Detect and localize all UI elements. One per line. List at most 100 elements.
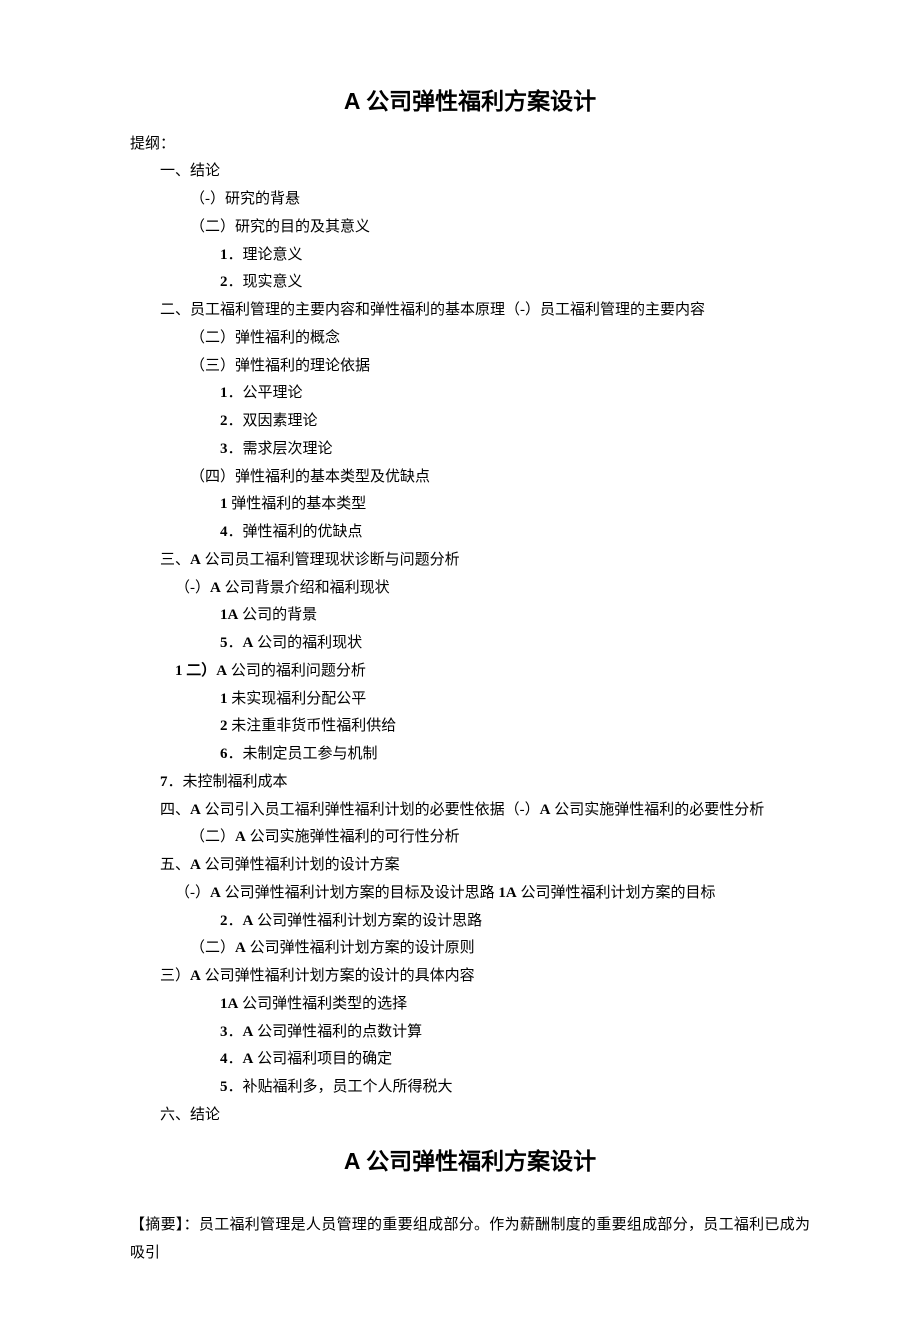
item-text: ． — [228, 1051, 243, 1067]
document-title: A 公司弹性福利方案设计 — [130, 80, 810, 123]
outline-item: 1A 公司的背景 — [130, 602, 810, 630]
outline-item: （二）弹性福利的概念 — [130, 325, 810, 353]
item-text: 公司背景介绍和福利现状 — [221, 580, 390, 596]
item-number: 1 — [220, 691, 228, 707]
item-latin: A — [210, 580, 221, 596]
outline-item: 1．公平理论 — [130, 380, 810, 408]
item-text: ．未控制福利成本 — [168, 774, 288, 790]
item-text: 公司弹性福利计划的设计方案 — [201, 857, 400, 873]
outline-item: 1 二）A 公司的福利问题分析 — [130, 658, 810, 686]
item-number: 5 — [220, 1079, 228, 1095]
item-text: ．理论意义 — [228, 247, 303, 263]
item-text: ． — [228, 635, 243, 651]
abstract-paragraph: 【摘要】：员工福利管理是人员管理的重要组成部分。作为薪酬制度的重要组成部分，员工… — [130, 1212, 810, 1268]
outline-item: （-）研究的背悬 — [130, 186, 810, 214]
item-text: （-） — [175, 885, 210, 901]
outline-item: （三）弹性福利的理论依据 — [130, 353, 810, 381]
item-text: ．现实意义 — [228, 274, 303, 290]
item-latin: A — [190, 552, 201, 568]
outline-item: 6．未制定员工参与机制 — [130, 741, 810, 769]
item-text: 公司的背景 — [238, 607, 317, 623]
outline-item: （二）A 公司弹性福利计划方案的设计原则 — [130, 935, 810, 963]
item-number: 7 — [160, 774, 168, 790]
outline-item: 1 未实现福利分配公平 — [130, 686, 810, 714]
item-text: 公司福利项目的确定 — [253, 1051, 392, 1067]
item-text: 公司弹性福利计划方案的设计思路 — [253, 913, 482, 929]
item-latin: A — [216, 663, 227, 679]
item-number: 1 — [220, 385, 228, 401]
item-text: ． — [228, 1024, 243, 1040]
item-number: 5 — [220, 635, 228, 651]
outline-item: 7．未控制福利成本 — [130, 769, 810, 797]
item-number: 2 — [220, 413, 228, 429]
item-number: 1 二） — [175, 663, 216, 679]
outline-item: 2．现实意义 — [130, 269, 810, 297]
item-text: 未注重非货币性福利供给 — [228, 718, 397, 734]
outline-item: （二）A 公司实施弹性福利的可行性分析 — [130, 824, 810, 852]
item-number: 2 — [220, 718, 228, 734]
item-text: 公司的福利问题分析 — [227, 663, 366, 679]
item-text: 公司弹性福利计划方案的目标及设计思路 — [221, 885, 499, 901]
item-text: 四、 — [160, 802, 190, 818]
item-text: （二） — [190, 940, 235, 956]
item-text: 公司弹性福利计划方案的目标 — [517, 885, 716, 901]
outline-item: 3．A 公司弹性福利的点数计算 — [130, 1019, 810, 1047]
outline-item: 一、结论 — [130, 158, 810, 186]
outline-item: 3．需求层次理论 — [130, 436, 810, 464]
outline-item: 5．补贴福利多，员工个人所得税大 — [130, 1074, 810, 1102]
item-latin: A — [235, 829, 246, 845]
item-latin: A — [235, 940, 246, 956]
item-number: 1 — [220, 247, 228, 263]
outline-item: 五、A 公司弹性福利计划的设计方案 — [130, 852, 810, 880]
outline-item: 1 弹性福利的基本类型 — [130, 491, 810, 519]
outline-item: （-）A 公司弹性福利计划方案的目标及设计思路 1A 公司弹性福利计划方案的目标 — [130, 880, 810, 908]
outline-item: 六、结论 — [130, 1102, 810, 1130]
outline-item: 2．双因素理论 — [130, 408, 810, 436]
item-text: 公司引入员工福利弹性福利计划的必要性依据（-） — [201, 802, 540, 818]
outline-item: 三、A 公司员工福利管理现状诊断与问题分析 — [130, 547, 810, 575]
item-text: ．公平理论 — [228, 385, 303, 401]
item-text: 公司弹性福利的点数计算 — [253, 1024, 422, 1040]
item-text: ． — [228, 913, 243, 929]
outline-item: 1．理论意义 — [130, 242, 810, 270]
item-number: 4 — [220, 524, 228, 540]
item-text: （-） — [175, 580, 210, 596]
outline-item: （四）弹性福利的基本类型及优缺点 — [130, 464, 810, 492]
item-number: 2 — [220, 274, 228, 290]
item-text: 公司弹性福利计划方案的设计原则 — [246, 940, 475, 956]
item-text: 五、 — [160, 857, 190, 873]
outline-item: 2 未注重非货币性福利供给 — [130, 713, 810, 741]
item-number: 4 — [220, 1051, 228, 1067]
item-number: 1A — [220, 996, 238, 1012]
item-number: 3 — [220, 1024, 228, 1040]
outline-item: 三）A 公司弹性福利计划方案的设计的具体内容 — [130, 963, 810, 991]
item-text: ．双因素理论 — [228, 413, 318, 429]
outline-item: 4．A 公司福利项目的确定 — [130, 1046, 810, 1074]
item-text: 公司弹性福利类型的选择 — [238, 996, 407, 1012]
item-number: 3 — [220, 441, 228, 457]
item-latin: A — [243, 635, 254, 651]
item-latin: A — [210, 885, 221, 901]
item-text: （二） — [190, 829, 235, 845]
outline-item: 二、员工福利管理的主要内容和弹性福利的基本原理（-）员工福利管理的主要内容 — [130, 297, 810, 325]
item-latin: A — [243, 1024, 254, 1040]
item-latin: A — [243, 1051, 254, 1067]
outline-item: 四、A 公司引入员工福利弹性福利计划的必要性依据（-）A 公司实施弹性福利的必要… — [130, 797, 810, 825]
item-number: 1A — [498, 885, 516, 901]
item-text: ．补贴福利多，员工个人所得税大 — [228, 1079, 453, 1095]
item-text: 公司的福利现状 — [253, 635, 362, 651]
item-text: ．未制定员工参与机制 — [228, 746, 378, 762]
item-text: ．需求层次理论 — [228, 441, 333, 457]
item-text: ．弹性福利的优缺点 — [228, 524, 363, 540]
item-latin: A — [190, 968, 201, 984]
item-number: 1A — [220, 607, 238, 623]
item-number: 2 — [220, 913, 228, 929]
item-text: 公司弹性福利计划方案的设计的具体内容 — [201, 968, 475, 984]
outline-label: 提纲： — [130, 131, 810, 159]
item-text: 公司员工福利管理现状诊断与问题分析 — [201, 552, 460, 568]
item-text: 未实现福利分配公平 — [228, 691, 367, 707]
item-latin: A — [540, 802, 551, 818]
outline-item: 2．A 公司弹性福利计划方案的设计思路 — [130, 908, 810, 936]
item-number: 6 — [220, 746, 228, 762]
outline-item: 1A 公司弹性福利类型的选择 — [130, 991, 810, 1019]
